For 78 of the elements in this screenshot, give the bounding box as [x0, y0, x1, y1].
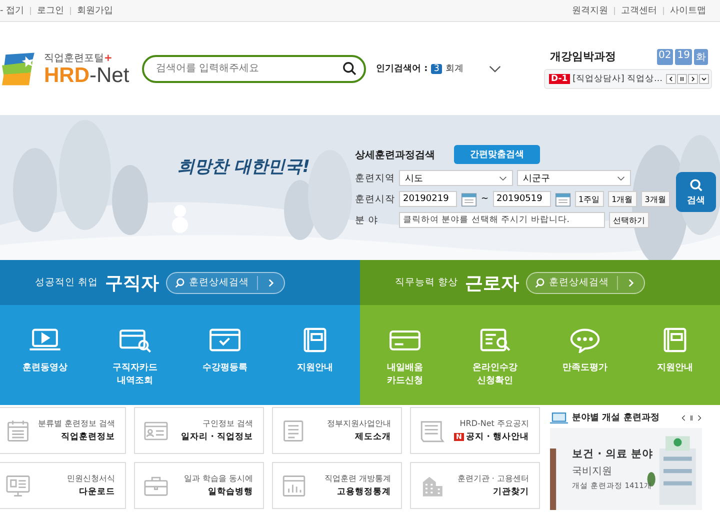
top-link[interactable]: 로그인 [37, 4, 64, 17]
quick-link-card[interactable]: 민원신청서식 다운로드 [0, 462, 126, 509]
laptop-play-icon [28, 327, 62, 353]
window-check-icon [208, 327, 242, 353]
search-field[interactable]: 검색어를 입력해주세요 [142, 54, 366, 82]
dropdown[interactable]: 시군구 [517, 170, 631, 186]
panel-title: 구직자 [105, 272, 160, 294]
popular-term[interactable]: 회계 [445, 62, 464, 75]
field-label: 분 야 [355, 214, 380, 226]
card-search-icon [118, 327, 152, 353]
select-button[interactable]: 선택하기 [609, 212, 649, 228]
search-icon[interactable] [342, 60, 357, 76]
calendar-icon[interactable] [554, 191, 571, 207]
field-label: 훈련지역 [355, 172, 395, 184]
date-chip: 02 [656, 48, 674, 64]
previous-icon[interactable] [666, 74, 676, 84]
dropdown[interactable]: 시도 [399, 170, 513, 186]
search-button[interactable]: 검색 [676, 172, 716, 212]
pause-icon[interactable] [676, 74, 686, 84]
rank-badge: 3 [430, 64, 442, 74]
search-icon [688, 178, 703, 192]
monitor-icon [5, 474, 31, 498]
logo-wordmark[interactable]: HRD-Net [44, 65, 130, 86]
period-button[interactable]: 1개월 [608, 191, 637, 207]
form-title: 상세훈련과정검색 [355, 148, 436, 162]
course-field: 보건 · 의료 분야 [572, 447, 653, 461]
chat-bubble-icon [568, 327, 602, 353]
chevron-right-icon [266, 278, 276, 288]
quick-link-card[interactable]: 분류별 훈련정보 검색 직업훈련정보 [0, 407, 126, 454]
date-chip: 19 [675, 48, 692, 64]
top-link[interactable]: 고객센터 [621, 4, 657, 17]
top-link[interactable]: 회원가입 [77, 4, 114, 17]
range-separator: ~ [481, 194, 489, 204]
laptop-icon [550, 412, 568, 424]
date-chip: 화 [694, 48, 708, 64]
pause-icon[interactable] [689, 414, 694, 422]
quick-link-card[interactable]: 훈련기관 · 고용센터 기관찾기 [410, 462, 540, 509]
newspaper-icon [419, 418, 445, 442]
logo-tagline: 직업훈련포털+ [44, 52, 114, 65]
top-link[interactable]: 사이트맵 [670, 4, 706, 17]
detail-search-button[interactable]: 훈련상세검색 [166, 272, 286, 294]
calendar-icon [5, 418, 31, 442]
top-link[interactable]: 원격지원 [572, 4, 608, 17]
chevron-down-icon [617, 176, 625, 180]
category-field[interactable]: 클릭하여 분야를 선택해 주시기 바랍니다. [399, 212, 605, 228]
banner-slogan: 희망찬 대한민국! [177, 156, 310, 179]
quick-link-card[interactable]: 정부지원사업안내 제도소개 [272, 407, 402, 454]
chevron-down-icon[interactable] [489, 64, 501, 72]
panel-subtitle: 성공적인 취업 [34, 276, 98, 289]
field-label: 훈련시작 [355, 192, 395, 206]
upcoming-title: 개강임박과정 [550, 49, 616, 64]
search-icon [175, 278, 186, 288]
panel-title: 근로자 [465, 272, 520, 294]
next-icon[interactable] [697, 414, 702, 422]
quick-search-button[interactable]: 간편맞춤검색 [454, 145, 540, 164]
chevron-down-icon[interactable] [698, 74, 708, 84]
d-day-badge: D-1 [549, 74, 570, 84]
chevron-down-icon [499, 176, 507, 180]
next-icon[interactable] [688, 74, 698, 84]
quick-link-card[interactable]: 직업훈련 개방통계 고용행정통계 [272, 462, 402, 509]
period-button[interactable]: 3개월 [640, 191, 670, 207]
document-search-icon [478, 327, 512, 353]
popular-label: 인기검색어 : [376, 63, 428, 75]
search-icon [535, 278, 546, 288]
chevron-right-icon [626, 278, 636, 288]
quick-link-card[interactable]: 구인정보 검색 일자리 · 직업정보 [134, 407, 264, 454]
previous-icon[interactable] [681, 414, 686, 422]
date-field[interactable]: 20190519 [492, 191, 551, 207]
bar-chart-icon [281, 474, 307, 498]
course-support: 국비지원 [572, 465, 613, 478]
section-title: 분야별 개설 훈련과정 [572, 412, 660, 424]
calendar-icon[interactable] [461, 191, 477, 207]
top-link[interactable]: - 접기 [0, 4, 24, 17]
course-link[interactable]: [직업상담사] 직업상… [572, 72, 662, 84]
quick-link-card[interactable]: 일과 학습을 동시에 일학습병행 [134, 462, 264, 509]
panel-subtitle: 직무능력 향상 [394, 276, 458, 289]
date-field[interactable]: 20190219 [399, 191, 457, 207]
period-button[interactable]: 1주일 [574, 191, 604, 207]
